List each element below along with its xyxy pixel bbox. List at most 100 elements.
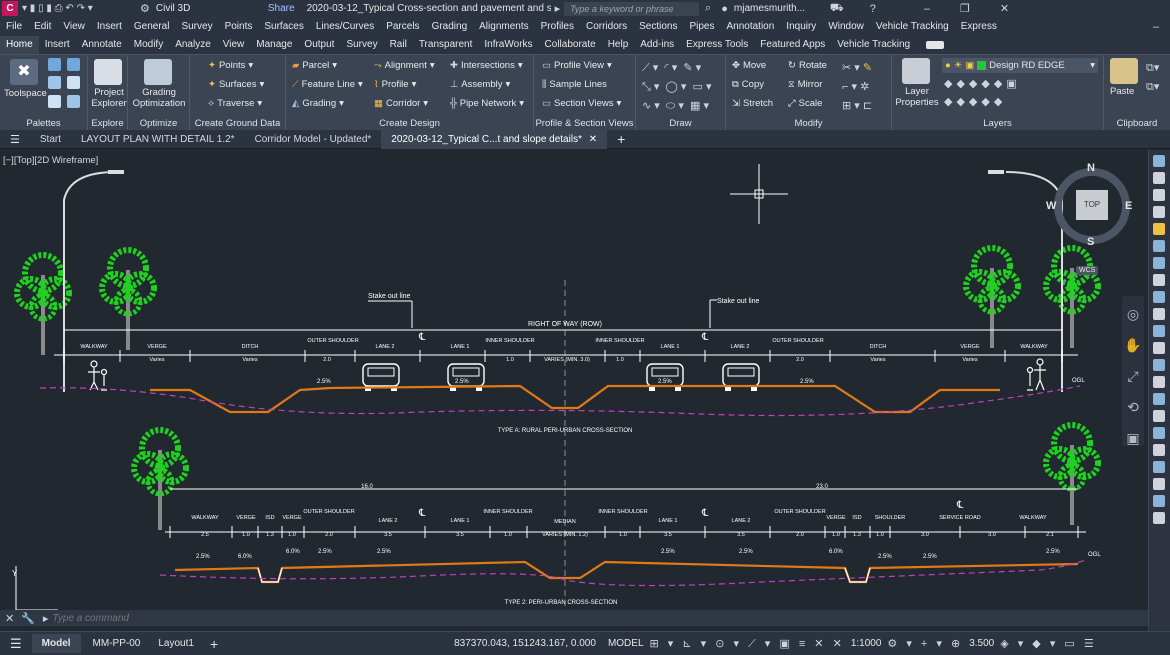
sample-lines-button[interactable]: ⫼ Sample Lines (542, 79, 607, 90)
menu-alignments[interactable]: Alignments (473, 21, 534, 32)
move-button[interactable]: ✥ Move (732, 60, 766, 71)
command-customize-icon[interactable]: 🔧 (21, 612, 35, 625)
menu-view[interactable]: View (57, 21, 91, 32)
elevation-value[interactable]: 3.500 (963, 638, 1000, 649)
viewcube[interactable]: TOP (1054, 168, 1130, 244)
points-button[interactable]: ✦ Points ▾ (208, 60, 253, 71)
file-menu-icon[interactable]: ☰ (0, 133, 30, 146)
tool-icon[interactable] (1153, 461, 1165, 473)
status-toggle-icons[interactable]: ⊞ ▾ ⊾ ▾ ⊙ ▾ ⟋ ▾ ▣ ≡ ✕ ✕ (650, 637, 845, 651)
help-search-input[interactable]: Type a keyword or phrase (564, 1, 700, 16)
tool-icon[interactable] (1153, 495, 1165, 507)
menu-survey[interactable]: Survey (175, 21, 218, 32)
workspace-status-icons[interactable]: ⚙ ▾ + ▾ ⊕ (887, 637, 963, 650)
tab-view[interactable]: View (217, 36, 251, 54)
tool-icon[interactable] (1153, 240, 1165, 252)
binoculars-icon[interactable]: ⌕ (705, 2, 711, 15)
traverse-button[interactable]: ⟡ Traverse ▾ (208, 98, 262, 109)
close-tab-icon[interactable]: ✕ (589, 134, 597, 145)
scale-button[interactable]: ⤢ Scale (788, 98, 822, 109)
menu-general[interactable]: General (128, 21, 176, 32)
profile-view-button[interactable]: ▭ Profile View ▾ (542, 60, 612, 71)
user-name[interactable]: mjamesmurith... (728, 3, 824, 14)
tab-express-tools[interactable]: Express Tools (680, 36, 754, 54)
menu-edit[interactable]: Edit (28, 21, 57, 32)
tool-icon[interactable] (1153, 427, 1165, 439)
toolspace-button[interactable]: Toolspace (4, 88, 47, 99)
menu-corridors[interactable]: Corridors (580, 21, 633, 32)
paste-button[interactable]: Paste (1110, 86, 1134, 97)
compass-east[interactable]: E (1125, 200, 1132, 212)
model-tab[interactable]: Model (31, 634, 81, 653)
tool-icon[interactable] (1153, 172, 1165, 184)
panel-title-create-design[interactable]: Create Design (286, 118, 533, 129)
tab-infraworks[interactable]: InfraWorks (478, 36, 538, 54)
toolspace-icon[interactable]: ✖ (10, 59, 38, 85)
tab-transparent[interactable]: Transparent (413, 36, 479, 54)
tool-icon[interactable] (1153, 223, 1165, 235)
tab-add-ins[interactable]: Add-ins (634, 36, 680, 54)
wcs-menu[interactable]: WCS (1076, 266, 1099, 275)
menu-profiles[interactable]: Profiles (535, 21, 580, 32)
doc-tab-start[interactable]: Start (30, 130, 71, 149)
tab-help[interactable]: Help (602, 36, 635, 54)
paste-icon[interactable] (1110, 58, 1138, 84)
menu-inquiry[interactable]: Inquiry (780, 21, 822, 32)
tool-icon[interactable] (1153, 155, 1165, 167)
menu-annotation[interactable]: Annotation (720, 21, 780, 32)
viewcube-top-face[interactable]: TOP (1076, 190, 1108, 220)
layer-dropdown[interactable]: ● ☀ ▣ Design RD EDGE ▾ (942, 58, 1098, 73)
tool-icon[interactable] (1153, 478, 1165, 490)
ribbon-toggle-icon[interactable] (926, 41, 945, 49)
panel-title-layers[interactable]: Layers (892, 118, 1103, 129)
app-logo-icon[interactable]: C (2, 1, 18, 16)
tool-icon[interactable] (1153, 393, 1165, 405)
tool-icon[interactable] (1153, 342, 1165, 354)
modify-extra-icons[interactable]: ✂ ▾ ✎ ⌐ ▾ ✲ ⊞ ▾ ⊏ (842, 59, 872, 116)
palette-icons[interactable] (48, 58, 84, 110)
tab-collaborate[interactable]: Collaborate (539, 36, 602, 54)
tab-modify[interactable]: Modify (128, 36, 169, 54)
menu-pipes[interactable]: Pipes (683, 21, 720, 32)
doc-tab-corridor-model[interactable]: Corridor Model - Updated* (245, 130, 382, 149)
tab-analyze[interactable]: Analyze (169, 36, 217, 54)
grading-optimization-icon[interactable] (144, 59, 172, 85)
menu-surfaces[interactable]: Surfaces (258, 21, 309, 32)
menu-lines-curves[interactable]: Lines/Curves (310, 21, 380, 32)
tab-featured-apps[interactable]: Featured Apps (754, 36, 831, 54)
corridor-button[interactable]: ▦ Corridor ▾ (374, 98, 428, 109)
add-layout-icon[interactable]: + (210, 636, 218, 652)
showmotion-icon[interactable]: ▣ (1122, 430, 1144, 447)
cart-icon[interactable]: ⛟ (830, 2, 844, 16)
doc-minimize-icon[interactable]: – (1153, 21, 1159, 33)
command-input[interactable] (52, 612, 1148, 624)
grading-optimization-button[interactable]: Grading Optimization (130, 87, 188, 109)
clipboard-small-icons[interactable]: ⧉▾ ⧉▾ (1146, 59, 1159, 97)
mirror-button[interactable]: ⧖ Mirror (788, 79, 822, 90)
menu-vehicle-tracking[interactable]: Vehicle Tracking (870, 21, 955, 32)
compass-north[interactable]: N (1087, 162, 1095, 174)
layout-tab-mm-pp-00[interactable]: MM-PP-00 (87, 638, 147, 649)
tab-home[interactable]: Home (0, 36, 39, 54)
stretch-button[interactable]: ⇲ Stretch (732, 98, 773, 109)
tool-icon[interactable] (1153, 189, 1165, 201)
grading-button[interactable]: ◭ Grading ▾ (292, 98, 344, 109)
command-recent-icon[interactable]: ▸ (43, 612, 49, 625)
user-icon[interactable]: ● (721, 3, 728, 15)
menu-sections[interactable]: Sections (633, 21, 683, 32)
panel-title-create-ground-data[interactable]: Create Ground Data (190, 118, 285, 129)
tab-annotate[interactable]: Annotate (76, 36, 128, 54)
layer-properties-icon[interactable] (902, 58, 930, 84)
tool-icon[interactable] (1153, 376, 1165, 388)
new-tab-icon[interactable]: + (607, 131, 635, 147)
rotate-button[interactable]: ↻ Rotate (788, 60, 827, 71)
layout-tab-layout1[interactable]: Layout1 (152, 638, 200, 649)
close-window-icon[interactable]: ✕ (1000, 2, 1009, 15)
tool-icon[interactable] (1153, 206, 1165, 218)
assembly-button[interactable]: ⊥ Assembly ▾ (450, 79, 510, 90)
minimize-window-icon[interactable]: – (924, 3, 930, 15)
tool-icon[interactable] (1153, 274, 1165, 286)
help-icon[interactable]: ? (870, 3, 876, 15)
tab-survey[interactable]: Survey (340, 36, 383, 54)
orbit-icon[interactable]: ⟲ (1122, 399, 1144, 416)
